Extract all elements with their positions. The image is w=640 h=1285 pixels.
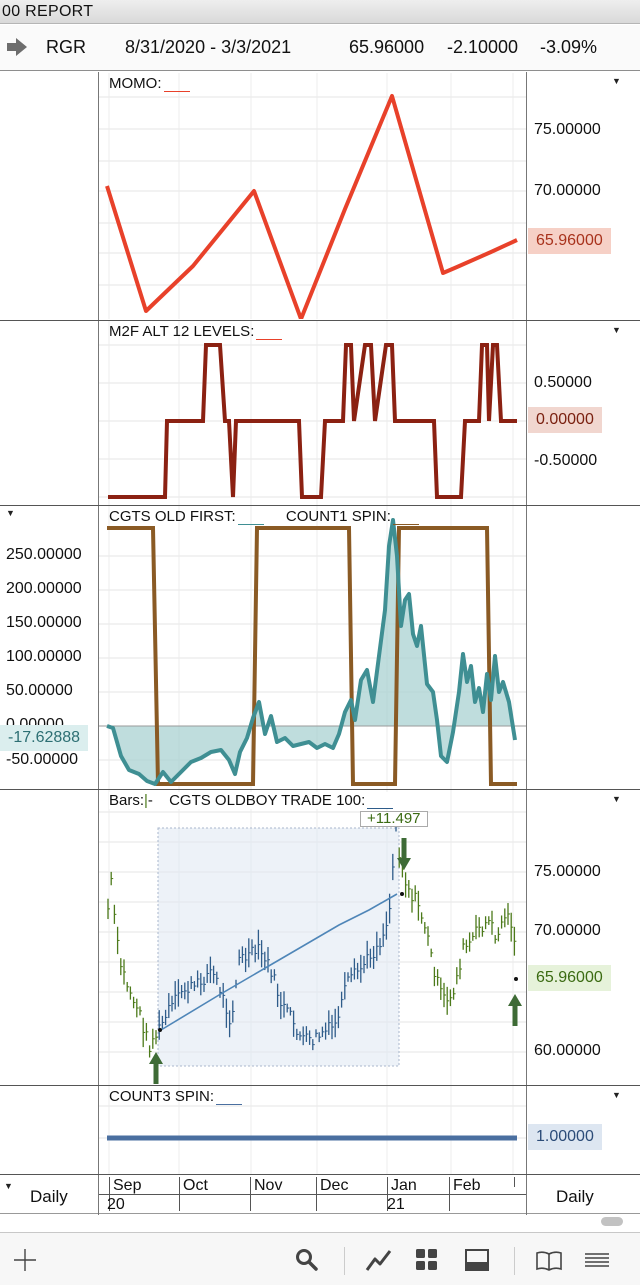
price-current-value: 65.96000 <box>528 965 611 991</box>
momo-title: MOMO: <box>109 75 190 92</box>
momo-tick-70: 70.00000 <box>534 182 601 199</box>
cgts-title2-text: COUNT1 SPIN: <box>285 508 391 525</box>
cgts-swatch1 <box>237 524 264 525</box>
toolbar-separator <box>344 1247 345 1275</box>
price-plot[interactable] <box>99 790 526 1085</box>
axis-tick <box>514 1177 515 1187</box>
search-icon[interactable] <box>292 1245 322 1275</box>
cgts-tick-50: 50.00000 <box>6 682 73 699</box>
count3-title: COUNT3 SPIN: <box>109 1088 243 1105</box>
time-axis[interactable]: ▼ Daily Daily Sep Oct Nov Dec Jan Feb 20 21 <box>0 1174 640 1215</box>
toolbar-separator <box>514 1247 515 1275</box>
axis-tick <box>250 1177 251 1211</box>
momo-tick-75: 75.00000 <box>534 121 601 138</box>
pane-menu-icon[interactable]: ▼ <box>612 76 621 86</box>
cgts-tick-200: 200.00000 <box>6 580 82 597</box>
month-label-oct: Oct <box>183 1177 208 1194</box>
axis-tick <box>316 1177 317 1211</box>
period-menu-icon[interactable]: ▼ <box>4 1181 13 1191</box>
cgts-tick-150: 150.00000 <box>6 614 82 631</box>
arrow-right-icon[interactable] <box>6 36 28 63</box>
window-title: 00 REPORT <box>0 0 640 24</box>
m2f-tick-neg050: -0.50000 <box>534 452 598 469</box>
momo-current-value: 65.96000 <box>528 228 611 254</box>
period-right[interactable]: Daily <box>556 1187 594 1207</box>
m2f-current-value: 0.00000 <box>528 407 602 433</box>
month-label-sep: Sep <box>113 1177 142 1194</box>
price-tick-70: 70.00000 <box>534 922 601 939</box>
axis-divider <box>98 1175 99 1215</box>
m2f-plot[interactable] <box>99 321 526 505</box>
price-title-text: CGTS OLDBOY TRADE 100: <box>169 792 366 809</box>
cgts-title1-text: CGTS OLD FIRST: <box>109 508 236 525</box>
price-change-pct: -3.09% <box>540 37 598 57</box>
month-label-jan: Jan <box>391 1177 417 1194</box>
bars-legend-dash: - <box>147 792 153 809</box>
axis-tick <box>179 1177 180 1211</box>
cgts-tick-100: 100.00000 <box>6 648 82 665</box>
axis-divider <box>526 1175 527 1215</box>
window-icon[interactable] <box>462 1245 492 1275</box>
horizontal-scrollbar[interactable] <box>601 1217 623 1226</box>
exit-dot <box>400 892 404 896</box>
book-icon[interactable] <box>534 1245 564 1275</box>
m2f-title: M2F ALT 12 LEVELS: <box>109 323 283 340</box>
pane-menu-icon[interactable]: ▼ <box>612 325 621 335</box>
pane-menu-icon[interactable]: ▼ <box>612 794 621 804</box>
price-swatch <box>367 808 394 809</box>
momo-plot[interactable] <box>99 73 526 319</box>
trade-gain-label: +11.497 <box>360 811 428 827</box>
buy-arrow <box>508 994 522 1026</box>
bars-label: Bars: <box>109 792 145 809</box>
period-left[interactable]: Daily <box>30 1187 68 1207</box>
price-tick-75: 75.00000 <box>534 863 601 880</box>
count3-current-value: 1.00000 <box>528 1124 602 1150</box>
right-scale-divider <box>526 72 527 1174</box>
date-range: 8/31/2020 - 3/3/2021 <box>125 37 292 57</box>
count3-swatch <box>216 1104 243 1105</box>
grid-icon[interactable] <box>412 1245 442 1275</box>
price-change: -2.10000 <box>447 37 519 57</box>
cgts-plot[interactable] <box>99 506 526 789</box>
price-title: Bars:|- CGTS OLDBOY TRADE 100: <box>109 792 396 809</box>
year-label-20: 20 <box>107 1196 125 1213</box>
m2f-title-text: M2F ALT 12 LEVELS: <box>109 323 255 340</box>
cgts-tick-neg50: -50.00000 <box>6 751 79 768</box>
cgts-swatch2 <box>392 524 419 525</box>
cgts-current-value: -17.62888 <box>0 725 89 751</box>
price-tick-60: 60.00000 <box>534 1042 601 1059</box>
pane-menu-icon[interactable]: ▼ <box>6 508 15 518</box>
bottom-toolbar <box>0 1232 640 1285</box>
last-dot <box>514 977 518 981</box>
axis-tick <box>449 1177 450 1211</box>
entry-dot <box>158 1028 162 1032</box>
month-label-feb: Feb <box>453 1177 481 1194</box>
month-label-dec: Dec <box>320 1177 349 1194</box>
trade-region <box>157 827 400 1067</box>
year-label-21: 21 <box>387 1196 405 1213</box>
cgts-title: CGTS OLD FIRST: COUNT1 SPIN: <box>109 508 419 525</box>
pane-menu-icon[interactable]: ▼ <box>612 1090 621 1100</box>
symbol-name[interactable]: RGR <box>46 37 86 58</box>
count3-title-text: COUNT3 SPIN: <box>109 1088 215 1105</box>
m2f-tick-050: 0.50000 <box>534 374 592 391</box>
cgts-tick-250: 250.00000 <box>6 546 82 563</box>
m2f-swatch <box>256 339 283 340</box>
menu-icon[interactable] <box>582 1245 612 1275</box>
symbol-bar: RGR 8/31/2020 - 3/3/2021 65.96000 -2.100… <box>0 25 640 71</box>
plus-icon[interactable] <box>10 1245 40 1275</box>
momo-title-text: MOMO: <box>109 75 162 92</box>
last-price: 65.96000 <box>349 37 425 57</box>
month-label-nov: Nov <box>254 1177 283 1194</box>
momo-swatch <box>163 91 190 92</box>
line-chart-icon[interactable] <box>364 1245 394 1275</box>
